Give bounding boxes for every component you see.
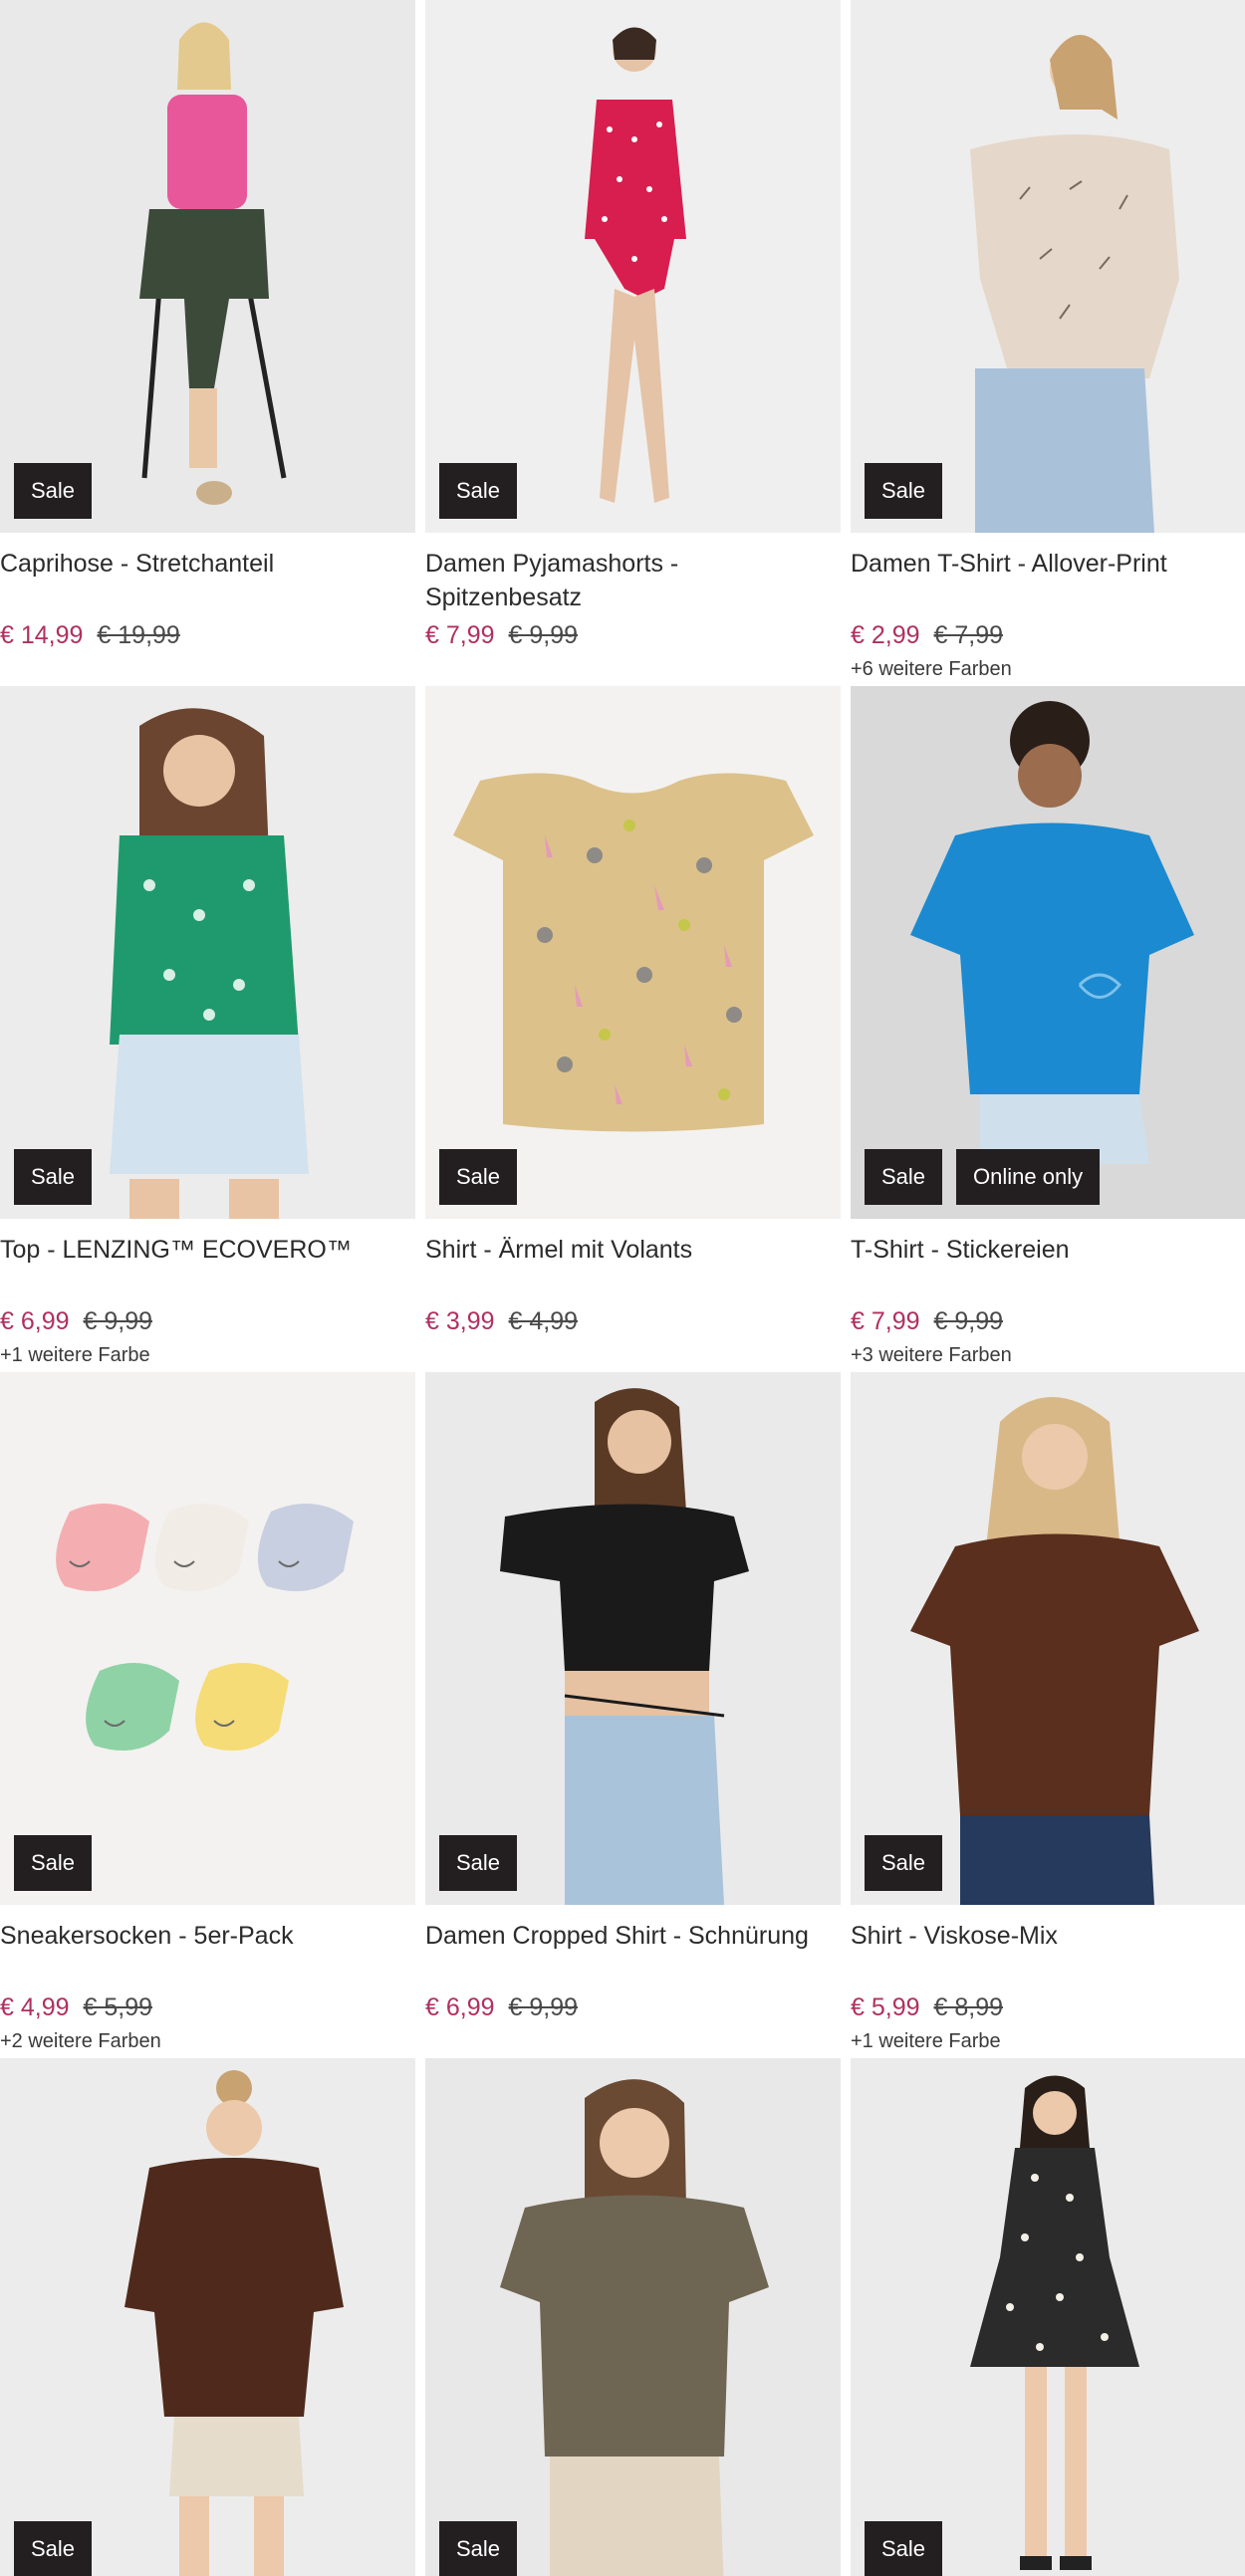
product-image[interactable]: Sale (425, 1372, 841, 1905)
product-title[interactable]: Damen Cropped Shirt - Schnürung (425, 1919, 841, 1989)
sale-badge: Sale (865, 1149, 943, 1205)
product-image[interactable]: Sale Online only (851, 686, 1245, 1219)
badges: Sale (14, 1835, 93, 1891)
more-colors[interactable]: +1 weitere Farbe (851, 2026, 1245, 2056)
product-card[interactable]: Sale (0, 2058, 415, 2576)
sale-badge: Sale (439, 463, 518, 519)
product-title[interactable]: Sneakersocken - 5er-Pack (0, 1919, 415, 1989)
more-colors[interactable]: +3 weitere Farben (851, 1340, 1245, 1370)
current-price: € 5,99 (851, 1993, 920, 2021)
badges: Sale (14, 2521, 93, 2576)
badges: Sale (439, 463, 518, 519)
product-image[interactable]: Sale (851, 2058, 1245, 2576)
product-title[interactable]: Shirt - Ärmel mit Volants (425, 1233, 841, 1302)
price-row: € 5,99 € 8,99 (851, 1991, 1245, 2024)
old-price: € 9,99 (933, 1307, 1004, 1335)
product-card[interactable]: Sale Online only T-Shirt - Stickereien €… (851, 686, 1245, 1372)
more-colors[interactable]: +2 weitere Farben (0, 2026, 415, 2056)
current-price: € 4,99 (0, 1993, 70, 2021)
product-title[interactable]: Damen T-Shirt - Allover-Print (851, 547, 1245, 616)
product-card[interactable]: Sale Damen Pyjamashorts - Spitzenbesatz … (425, 0, 841, 686)
product-grid: Sale Caprihose - Stretchanteil € 14,99 €… (0, 0, 1245, 2576)
sale-badge: Sale (439, 2521, 518, 2576)
badges: Sale (14, 1149, 93, 1205)
old-price: € 5,99 (83, 1993, 153, 2021)
product-title[interactable]: Damen Pyjamashorts - Spitzenbesatz (425, 547, 841, 616)
sale-badge: Sale (14, 1149, 93, 1205)
product-card[interactable]: Sale Damen Cropped Shirt - Schnürung € 6… (425, 1372, 841, 2058)
price-row: € 7,99 € 9,99 (851, 1304, 1245, 1338)
badges: Sale (865, 463, 943, 519)
product-card[interactable]: Sale Caprihose - Stretchanteil € 14,99 €… (0, 0, 415, 686)
sale-badge: Sale (14, 463, 93, 519)
sale-badge: Sale (14, 1835, 93, 1891)
sale-badge: Sale (14, 2521, 93, 2576)
product-card[interactable]: Sale Top - LENZING™ ECOVERO™ € 6,99 € 9,… (0, 686, 415, 1372)
old-price: € 9,99 (83, 1307, 153, 1335)
current-price: € 3,99 (425, 1307, 495, 1335)
price-row: € 14,99 € 19,99 (0, 618, 415, 652)
old-price: € 4,99 (508, 1307, 579, 1335)
badges: Sale (865, 2521, 943, 2576)
product-image[interactable]: Sale (0, 1372, 415, 1905)
product-card[interactable]: Sale (851, 2058, 1245, 2576)
product-card[interactable]: Sale Shirt - Viskose-Mix € 5,99 € 8,99 +… (851, 1372, 1245, 2058)
price-row: € 4,99 € 5,99 (0, 1991, 415, 2024)
product-image[interactable]: Sale (0, 2058, 415, 2576)
product-card[interactable]: Sale Shirt - Ärmel mit Volants € 3,99 € … (425, 686, 841, 1372)
more-colors[interactable]: +1 weitere Farbe (0, 1340, 415, 1370)
product-title[interactable]: Top - LENZING™ ECOVERO™ (0, 1233, 415, 1302)
sale-badge: Sale (439, 1835, 518, 1891)
more-colors[interactable]: +6 weitere Farben (851, 654, 1245, 684)
old-price: € 7,99 (933, 621, 1004, 649)
product-image[interactable]: Sale (425, 2058, 841, 2576)
badges: Sale (439, 1835, 518, 1891)
current-price: € 2,99 (851, 621, 920, 649)
current-price: € 14,99 (0, 621, 84, 649)
product-image[interactable]: Sale (425, 0, 841, 533)
badges: Sale Online only (865, 1149, 1101, 1205)
price-row: € 6,99 € 9,99 (0, 1304, 415, 1338)
old-price: € 9,99 (508, 621, 579, 649)
badges: Sale (439, 1149, 518, 1205)
sale-badge: Sale (439, 1149, 518, 1205)
price-row: € 3,99 € 4,99 (425, 1304, 841, 1338)
product-image[interactable]: Sale (0, 0, 415, 533)
product-title[interactable]: Shirt - Viskose-Mix (851, 1919, 1245, 1989)
sale-badge: Sale (865, 463, 943, 519)
product-title[interactable]: Caprihose - Stretchanteil (0, 547, 415, 616)
sale-badge: Sale (865, 2521, 943, 2576)
product-image[interactable]: Sale (425, 686, 841, 1219)
old-price: € 8,99 (933, 1993, 1004, 2021)
product-title[interactable]: T-Shirt - Stickereien (851, 1233, 1245, 1302)
old-price: € 9,99 (508, 1993, 579, 2021)
old-price: € 19,99 (97, 621, 180, 649)
product-card[interactable]: Sale Sneakersocken - 5er-Pack € 4,99 € 5… (0, 1372, 415, 2058)
price-row: € 2,99 € 7,99 (851, 618, 1245, 652)
product-card[interactable]: Sale (425, 2058, 841, 2576)
badges: Sale (14, 463, 93, 519)
price-row: € 6,99 € 9,99 (425, 1991, 841, 2024)
online-only-badge: Online only (956, 1149, 1101, 1205)
badges: Sale (439, 2521, 518, 2576)
sale-badge: Sale (865, 1835, 943, 1891)
product-image[interactable]: Sale (851, 1372, 1245, 1905)
current-price: € 7,99 (425, 621, 495, 649)
product-card[interactable]: Sale Damen T-Shirt - Allover-Print € 2,9… (851, 0, 1245, 686)
current-price: € 6,99 (425, 1993, 495, 2021)
product-image[interactable]: Sale (0, 686, 415, 1219)
current-price: € 6,99 (0, 1307, 70, 1335)
badges: Sale (865, 1835, 943, 1891)
product-image[interactable]: Sale (851, 0, 1245, 533)
current-price: € 7,99 (851, 1307, 920, 1335)
price-row: € 7,99 € 9,99 (425, 618, 841, 652)
